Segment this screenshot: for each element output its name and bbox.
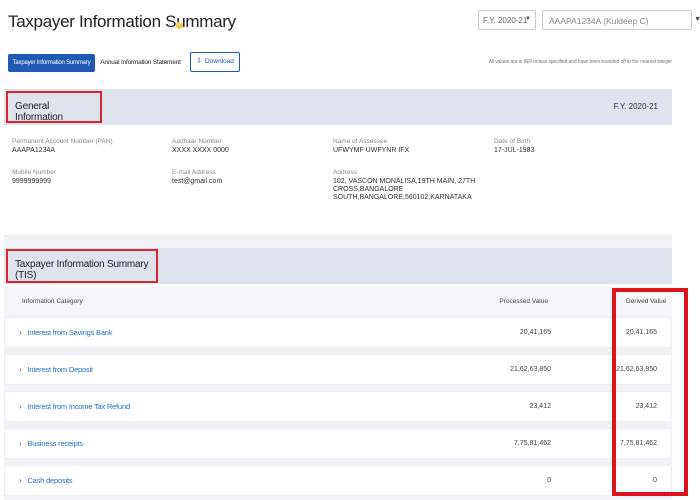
email-label: E-mail Address — [172, 169, 216, 176]
general-info-title: General Information — [6, 91, 102, 123]
fy-select[interactable]: F.Y. 2020-21 ▼ — [478, 10, 536, 30]
name-value: UFWYMF UWFYNR IFX — [333, 147, 410, 154]
table-row[interactable]: › Cash deposits 0 0 — [4, 465, 672, 496]
row-category-link[interactable]: › Business receipts — [19, 439, 83, 448]
row-category-link[interactable]: › Interest from Savings Bank — [19, 328, 113, 337]
aadhaar-label: Aadhaar Number — [172, 138, 222, 145]
page-title: Taxpayer Information Summary — [8, 12, 236, 31]
email-field: E-mail Address test@gmail.com — [172, 169, 222, 186]
pan-label: Permanent Account Number (PAN) — [12, 138, 113, 145]
fy-select-value: F.Y. 2020-21 — [483, 16, 528, 25]
general-info-fy: F.Y. 2020-21 — [613, 102, 658, 111]
row-category-link[interactable]: › Cash deposits — [19, 476, 73, 485]
tab-annual-information-statement[interactable]: Annual Information Statement — [98, 54, 183, 72]
row-processed-value: 23,412 — [529, 403, 551, 410]
address-field: Address 102, VASCON MONALISA,19TH MAIN, … — [333, 169, 503, 202]
row-category-label: Interest from Income Tax Refund — [27, 402, 130, 411]
chevron-right-icon: › — [19, 365, 22, 374]
values-note: All values are in INR unless specified a… — [488, 59, 672, 65]
row-processed-value: 7,75,81,462 — [514, 440, 551, 447]
chevron-down-icon: ▼ — [694, 16, 700, 23]
chevron-right-icon: › — [19, 402, 22, 411]
pan-select-value: AAAPA1234A (Kuldeep C) — [549, 16, 649, 26]
name-field: Name of Assessee UFWYMF UWFYNR IFX — [333, 138, 409, 155]
chevron-right-icon: › — [19, 328, 22, 337]
section-gap — [4, 236, 672, 248]
row-category-link[interactable]: › Interest from Income Tax Refund — [19, 402, 130, 411]
pan-select[interactable]: AAAPA1234A (Kuldeep C) ▼ — [542, 10, 700, 30]
row-processed-value: 20,41,165 — [519, 329, 551, 336]
row-category-label: Interest from Savings Bank — [27, 328, 113, 337]
aadhaar-field: Aadhaar Number XXXX XXXX 0000 — [172, 138, 229, 155]
general-info-band — [4, 89, 672, 125]
col-category-header: Information Category — [22, 298, 83, 305]
dob-label: Date of Birth — [494, 138, 531, 145]
table-row[interactable]: › Interest from Income Tax Refund 23,412 … — [4, 391, 672, 422]
table-row[interactable]: › Business receipts 7,75,81,462 7,75,81,4… — [4, 428, 672, 459]
col-processed-header: Processed Value — [499, 298, 548, 305]
address-label: Address — [333, 169, 357, 176]
dob-value: 17-JUL-1983 — [494, 147, 535, 154]
chevron-right-icon: › — [19, 439, 22, 448]
row-category-link[interactable]: › Interest from Deposit — [19, 365, 93, 374]
row-category-label: Business receipts — [27, 439, 83, 448]
help-icon[interactable]: ? — [176, 22, 183, 29]
pan-field: Permanent Account Number (PAN) AAAPA1234… — [12, 138, 113, 155]
download-icon: ⇩ — [196, 58, 202, 65]
mobile-value: 9999999999 — [12, 178, 51, 185]
row-category-label: Interest from Deposit — [27, 365, 93, 374]
mobile-field: Mobile Number 9999999999 — [12, 169, 56, 186]
row-processed-value: 21,62,63,850 — [510, 366, 551, 373]
chevron-down-icon: ▼ — [525, 16, 531, 22]
derived-column-highlight — [612, 288, 688, 496]
row-processed-value: 0 — [547, 477, 551, 484]
aadhaar-value: XXXX XXXX 0000 — [172, 147, 229, 154]
address-value: 102, VASCON MONALISA,19TH MAIN, 27TH CRO… — [333, 178, 476, 201]
chevron-right-icon: › — [19, 476, 22, 485]
download-label: Download — [204, 58, 234, 65]
row-category-label: Cash deposits — [27, 476, 73, 485]
tab-taxpayer-information-summary[interactable]: Taxpayer Information Summary — [8, 54, 95, 72]
pan-value: AAAPA1234A — [12, 147, 56, 154]
dob-field: Date of Birth 17-JUL-1983 — [494, 138, 534, 155]
tis-title: Taxpayer Information Summary (TIS) — [6, 249, 158, 283]
email-value: test@gmail.com — [172, 178, 223, 185]
name-label: Name of Assessee — [333, 138, 388, 145]
download-button[interactable]: ⇩ Download — [190, 52, 240, 72]
table-row[interactable]: › Interest from Deposit 21,62,63,850 21,6… — [4, 354, 672, 385]
mobile-label: Mobile Number — [12, 169, 57, 176]
table-row[interactable]: › Interest from Savings Bank 20,41,165 20… — [4, 317, 672, 348]
tis-header-row — [4, 287, 672, 315]
